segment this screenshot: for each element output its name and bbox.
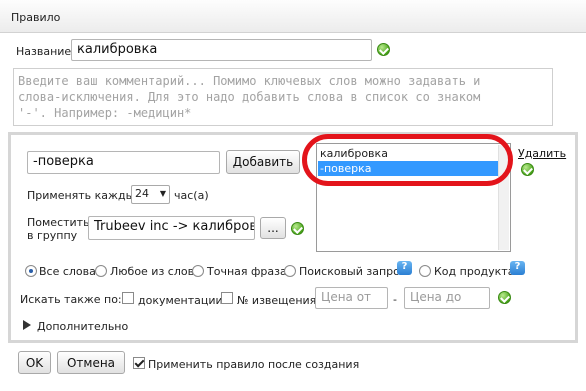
- radio-product-code[interactable]: [419, 265, 431, 277]
- radio-all-words-label: Все слова: [39, 265, 96, 278]
- keyword-input[interactable]: -поверка: [27, 151, 220, 174]
- price-from-input[interactable]: Цена от: [315, 287, 388, 309]
- docs-checkbox-label: документации: [138, 294, 223, 307]
- docs-checkbox[interactable]: [122, 292, 134, 304]
- product-code-help-icon[interactable]: ?: [510, 261, 525, 275]
- radio-any-word[interactable]: [95, 265, 107, 277]
- apply-every-label: Применять каждые: [27, 189, 142, 202]
- group-label-line1: Поместить: [27, 216, 90, 229]
- comment-line-3: '-'. Например: -медицин*: [18, 106, 192, 120]
- search-also-label: Искать также по:: [20, 293, 122, 306]
- delete-ok-icon: [521, 163, 534, 176]
- price-to-placeholder: Цена до: [410, 290, 462, 304]
- name-ok-icon: [377, 43, 390, 56]
- comment-textarea[interactable]: Введите ваш комментарий... Помимо ключев…: [13, 68, 553, 126]
- group-ok-icon: [291, 222, 304, 235]
- apply-every-value: 24: [135, 187, 149, 200]
- advanced-toggle[interactable]: Дополнительно: [37, 320, 128, 333]
- radio-any-word-label: Любое из слов: [110, 265, 195, 278]
- price-dash: -: [393, 293, 397, 306]
- price-to-input[interactable]: Цена до: [404, 287, 490, 309]
- apply-after-create-checkbox[interactable]: [133, 357, 145, 369]
- price-ok-icon: [498, 291, 511, 304]
- window-titlebar: Правило: [0, 0, 586, 33]
- highlight-oval: [302, 134, 513, 186]
- comment-line-1: Введите ваш комментарий... Помимо ключев…: [18, 74, 481, 88]
- radio-search-query[interactable]: [284, 265, 296, 277]
- cancel-button[interactable]: Отмена: [57, 351, 125, 374]
- comment-line-2: слова-исключения. Для это надо добавить …: [18, 90, 481, 104]
- radio-all-words[interactable]: [25, 265, 37, 277]
- search-query-help-icon[interactable]: ?: [397, 261, 412, 275]
- radio-search-query-label: Поисковый запрос: [299, 265, 406, 278]
- notices-checkbox[interactable]: [221, 292, 233, 304]
- notices-checkbox-label: № извещения: [237, 294, 317, 307]
- apply-every-unit: час(а): [174, 189, 209, 202]
- apply-after-create-label: Применить правило после создания: [148, 358, 360, 371]
- add-keyword-button[interactable]: Добавить: [226, 150, 300, 174]
- radio-exact-phrase[interactable]: [192, 265, 204, 277]
- ok-button[interactable]: OK: [18, 351, 51, 374]
- radio-product-code-label: Код продукта: [434, 265, 515, 278]
- window-title: Правило: [11, 11, 61, 24]
- triangle-right-icon[interactable]: [23, 320, 31, 330]
- chevron-down-icon: ▼: [159, 189, 166, 198]
- browse-group-button[interactable]: ...: [260, 217, 286, 239]
- group-input[interactable]: Trubeev inc -> калибровк: [88, 216, 255, 240]
- delete-link[interactable]: Удалить: [518, 147, 566, 160]
- price-from-placeholder: Цена от: [321, 290, 372, 304]
- name-input[interactable]: калибровка: [71, 39, 372, 61]
- radio-exact-phrase-label: Точная фраза: [207, 265, 287, 278]
- group-label-line2: в группу: [27, 229, 78, 242]
- apply-every-select[interactable]: 24 ▼: [131, 185, 170, 204]
- name-label: Название:: [16, 45, 75, 58]
